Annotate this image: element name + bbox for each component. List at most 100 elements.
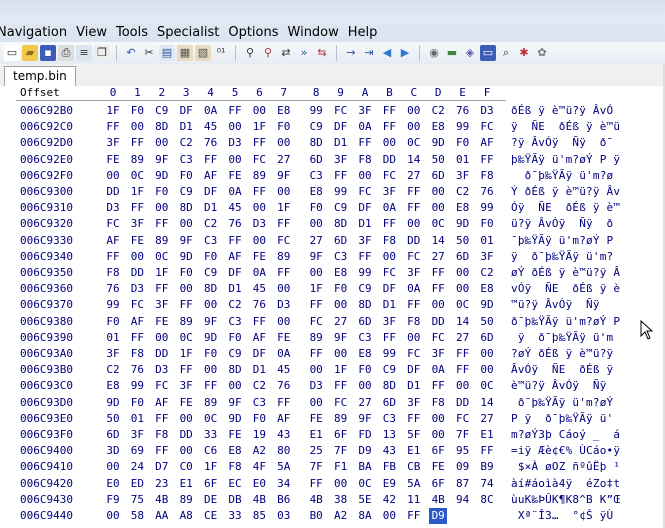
hex-byte[interactable]: C2 <box>202 216 220 232</box>
hex-byte[interactable]: C3 <box>380 411 398 427</box>
hex-byte[interactable]: FD <box>356 427 374 443</box>
hex-byte[interactable]: 00 <box>202 362 220 378</box>
hex-byte[interactable]: 7F <box>307 459 325 475</box>
menu-tools[interactable]: Tools <box>113 25 154 40</box>
hex-byte[interactable]: 3F <box>332 152 350 168</box>
hex-byte[interactable]: F0 <box>104 314 122 330</box>
hex-byte[interactable]: 00 <box>429 427 447 443</box>
hex-byte[interactable]: FF <box>128 330 146 346</box>
hex-byte[interactable]: 01 <box>454 152 472 168</box>
hex-byte[interactable]: 4B <box>153 492 171 508</box>
hex-byte[interactable]: 00 <box>380 249 398 265</box>
hex-byte[interactable]: 7F <box>454 427 472 443</box>
hex-byte[interactable]: FC <box>250 152 268 168</box>
hex-byte[interactable]: 00 <box>128 119 146 135</box>
hex-byte[interactable]: C3 <box>332 249 350 265</box>
hex-byte[interactable]: E1 <box>177 476 195 492</box>
properties-icon[interactable]: ≡ <box>76 45 92 61</box>
hex-byte[interactable]: 1F <box>202 459 220 475</box>
hex-byte[interactable]: C2 <box>226 297 244 313</box>
hex-byte[interactable]: D3 <box>153 362 171 378</box>
ascii-text[interactable]: Ý ðÉß ÿ è™ü?ÿ Âv <box>511 184 620 200</box>
hex-byte[interactable]: 00 <box>380 135 398 151</box>
drive-icon[interactable]: ▭ <box>480 45 496 61</box>
hex-byte[interactable]: FF <box>332 168 350 184</box>
hex-byte[interactable]: C3 <box>356 330 374 346</box>
hex-byte[interactable]: AF <box>128 314 146 330</box>
hex-byte[interactable]: 8D <box>202 281 220 297</box>
ascii-text[interactable]: ð¯þ‰ŸÃÿ ü'm?øÝ <box>511 395 620 411</box>
hex-byte[interactable]: AF <box>202 168 220 184</box>
hex-byte[interactable]: 74 <box>478 476 496 492</box>
hex-byte[interactable]: 01 <box>104 330 122 346</box>
hex-byte[interactable]: 00 <box>177 216 195 232</box>
hex-byte[interactable]: 76 <box>128 362 146 378</box>
hex-byte[interactable]: FF <box>307 297 325 313</box>
cut-icon[interactable]: ✂ <box>141 45 157 61</box>
hex-byte[interactable]: 01 <box>478 233 496 249</box>
hex-byte[interactable]: 9D <box>226 411 244 427</box>
hex-byte[interactable]: 00 <box>356 168 374 184</box>
print-icon[interactable]: ⎙ <box>58 45 74 61</box>
hex-byte[interactable]: 0C <box>202 411 220 427</box>
hex-byte[interactable]: 99 <box>128 378 146 394</box>
hex-byte[interactable]: C9 <box>380 362 398 378</box>
hex-byte[interactable]: 00 <box>275 135 293 151</box>
hex-byte[interactable]: FF <box>454 346 472 362</box>
hex-byte[interactable]: F0 <box>226 330 244 346</box>
hex-byte[interactable]: D1 <box>332 135 350 151</box>
save-icon[interactable]: ▪ <box>40 45 56 61</box>
hex-byte[interactable]: 3F <box>405 395 423 411</box>
hex-byte[interactable]: CE <box>202 508 220 524</box>
hex-byte[interactable]: 27 <box>478 411 496 427</box>
hex-byte[interactable]: FF <box>202 378 220 394</box>
hex-byte[interactable]: 94 <box>454 492 472 508</box>
hex-byte[interactable]: 0A <box>429 362 447 378</box>
hex-byte[interactable]: FF <box>405 508 423 524</box>
hex-byte[interactable]: FB <box>380 459 398 475</box>
hex-byte[interactable]: DF <box>202 184 220 200</box>
hex-byte[interactable]: F8 <box>478 168 496 184</box>
hex-byte[interactable]: 0A <box>356 119 374 135</box>
hex-byte[interactable]: FC <box>380 168 398 184</box>
goto-offset-icon[interactable]: → <box>343 45 359 61</box>
hex-byte[interactable]: F8 <box>405 314 423 330</box>
hex-byte[interactable]: F0 <box>356 362 374 378</box>
hex-byte[interactable]: 9F <box>275 168 293 184</box>
hex-byte[interactable]: 76 <box>478 184 496 200</box>
hex-byte[interactable]: 9F <box>356 411 374 427</box>
hex-byte[interactable]: E8 <box>275 103 293 119</box>
replace-icon[interactable]: ⇄ <box>278 45 294 61</box>
hex-byte[interactable]: 19 <box>250 427 268 443</box>
copy-block-icon[interactable]: ▤ <box>159 45 175 61</box>
hex-byte[interactable]: 3F <box>405 265 423 281</box>
hex-byte[interactable]: FE <box>153 314 171 330</box>
hex-byte[interactable]: FF <box>153 281 171 297</box>
hex-byte[interactable]: DD <box>405 233 423 249</box>
hex-byte[interactable]: D1 <box>226 281 244 297</box>
menu-navigation[interactable]: Navigation <box>0 25 73 40</box>
hex-byte[interactable]: 00 <box>202 297 220 313</box>
hex-byte[interactable]: 33 <box>202 427 220 443</box>
hex-byte[interactable]: 9F <box>177 233 195 249</box>
hex-byte[interactable]: 89 <box>177 314 195 330</box>
hex-byte[interactable]: FF <box>380 119 398 135</box>
hex-byte[interactable]: F9 <box>104 492 122 508</box>
hex-byte[interactable]: FC <box>275 233 293 249</box>
hex-byte[interactable]: 00 <box>429 297 447 313</box>
hex-byte[interactable]: 6D <box>380 395 398 411</box>
hex-byte[interactable]: F0 <box>454 135 472 151</box>
hex-byte[interactable]: 76 <box>104 281 122 297</box>
hex-byte[interactable]: 3F <box>429 346 447 362</box>
hex-byte[interactable]: 00 <box>405 330 423 346</box>
paste-write-icon[interactable]: ▧ <box>195 45 211 61</box>
hex-byte[interactable]: 00 <box>332 476 350 492</box>
hex-byte[interactable]: 8D <box>356 297 374 313</box>
hex-byte[interactable]: 00 <box>380 508 398 524</box>
hex-byte[interactable]: FC <box>332 395 350 411</box>
hex-byte[interactable]: 3F <box>380 314 398 330</box>
hex-byte[interactable]: E1 <box>405 443 423 459</box>
hex-byte[interactable]: D3 <box>275 297 293 313</box>
hex-byte[interactable]: 9F <box>153 152 171 168</box>
hex-byte[interactable]: B0 <box>307 508 325 524</box>
